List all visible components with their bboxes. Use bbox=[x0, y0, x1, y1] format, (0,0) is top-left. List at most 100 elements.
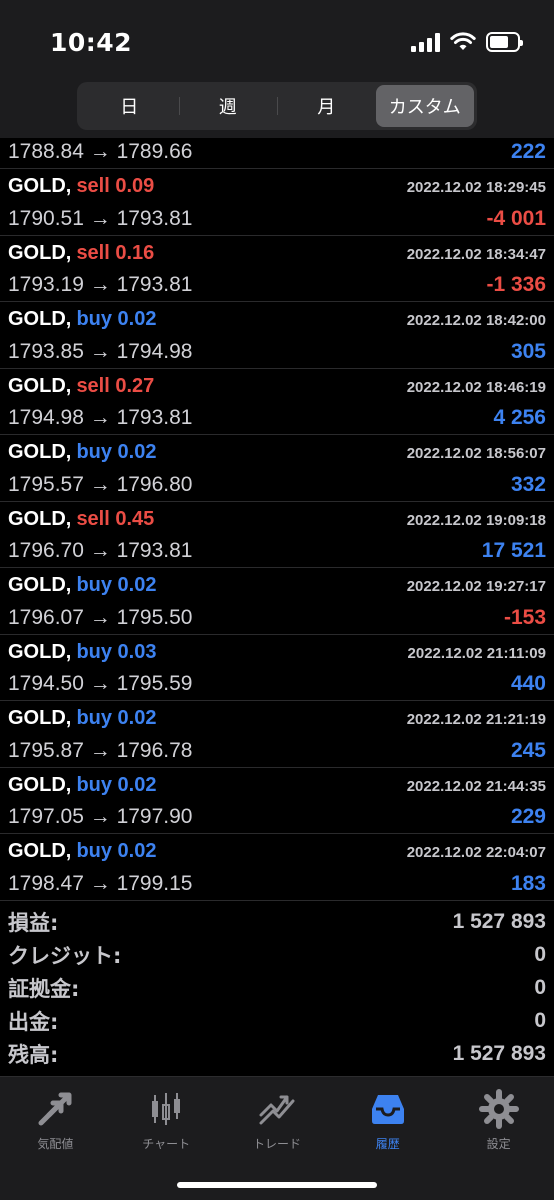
summary-row: クレジット: 0 bbox=[0, 938, 554, 971]
trade-title: GOLD, buy 0.02 bbox=[8, 308, 156, 331]
trade-profit: 183 bbox=[510, 871, 546, 895]
trade-side-volume: sell 0.16 bbox=[76, 241, 155, 264]
wifi-icon bbox=[450, 32, 476, 50]
trade-profit: 229 bbox=[510, 805, 546, 828]
summary-value: 1 527 893 bbox=[452, 909, 546, 933]
trade-row[interactable]: GOLD, buy 0.02 2022.12.02 21:44:35 1797.05… bbox=[0, 768, 554, 834]
trade-symbol: GOLD, bbox=[8, 707, 72, 729]
trade-time: 2022.12.02 21:11:09 bbox=[407, 644, 546, 662]
trade-prices: 1790.51 → 1793.81 bbox=[8, 206, 193, 230]
trade-row[interactable]: GOLD, sell 0.09 2022.12.02 18:29:45 1790.5… bbox=[0, 169, 554, 236]
trade-side-volume: buy 0.02 bbox=[76, 308, 157, 330]
trade-row[interactable]: GOLD, buy 0.02 2022.12.02 18:56:07 1795.57… bbox=[0, 435, 554, 502]
quotes-arrows-icon bbox=[38, 1092, 72, 1126]
trade-side-volume: buy 0.02 bbox=[76, 707, 157, 729]
trade-title: GOLD, buy 0.02 bbox=[8, 441, 156, 464]
trade-symbol: GOLD, bbox=[8, 374, 72, 397]
trade-prices: 1793.85 → 1794.98 bbox=[8, 339, 193, 363]
trade-title: GOLD, sell 0.45 bbox=[8, 508, 154, 531]
cellular-signal-icon bbox=[411, 32, 440, 52]
trade-time: 2022.12.02 19:09:18 bbox=[406, 511, 546, 529]
summary-value: 0 bbox=[534, 975, 546, 999]
tab-label: 気配値 bbox=[37, 1137, 74, 1151]
trade-prices: 1796.07 → 1795.50 bbox=[8, 605, 193, 629]
trade-profit: -1 336 bbox=[486, 273, 546, 296]
trade-symbol: GOLD, bbox=[8, 241, 72, 264]
trade-prices: 1795.87 → 1796.78 bbox=[8, 738, 193, 762]
tab-label: 履歴 bbox=[375, 1137, 400, 1151]
segment-1[interactable]: 日 bbox=[80, 85, 179, 127]
summary-label: 損益: bbox=[8, 910, 59, 935]
trade-profit: 440 bbox=[510, 672, 546, 695]
trade-profit: 222 bbox=[510, 140, 546, 163]
trade-symbol: GOLD, bbox=[8, 175, 72, 197]
trade-row[interactable]: GOLD, buy 0.02 2022.12.02 19:27:17 1796.07… bbox=[0, 568, 554, 635]
trade-title: GOLD, sell 0.27 bbox=[8, 375, 154, 398]
summary-row: 証拠金: 0 bbox=[0, 971, 554, 1004]
trade-profit: 245 bbox=[510, 738, 546, 762]
summary-row: 残高: 1 527 893 bbox=[0, 1037, 554, 1070]
trade-side-volume: buy 0.03 bbox=[76, 640, 157, 663]
tab-label: チャート bbox=[142, 1137, 191, 1151]
trade-profit: -4 001 bbox=[486, 206, 546, 230]
trade-symbol: GOLD, bbox=[8, 507, 72, 530]
trade-side-volume: buy 0.02 bbox=[76, 773, 157, 796]
trade-side-volume: buy 0.02 bbox=[76, 840, 157, 862]
trade-time: 2022.12.02 18:42:00 bbox=[406, 312, 546, 329]
trade-time: 2022.12.02 18:56:07 bbox=[406, 445, 546, 462]
trade-profit: 305 bbox=[510, 339, 546, 363]
trade-prices: 1788.84 → 1789.66 bbox=[8, 140, 193, 163]
battery-icon bbox=[486, 32, 523, 52]
period-filter-bar: 日週月カスタム bbox=[0, 80, 554, 138]
trade-trend-icon bbox=[259, 1095, 295, 1125]
trade-time: 2022.12.02 18:34:47 bbox=[406, 245, 546, 263]
summary-row: 出金: 0 bbox=[0, 1004, 554, 1037]
trade-row[interactable]: GOLD, buy 0.02 2022.12.02 22:04:07 1798.47… bbox=[0, 834, 554, 901]
trade-time: 2022.12.02 18:29:45 bbox=[406, 179, 546, 196]
trade-prices: 1797.05 → 1797.90 bbox=[8, 805, 193, 828]
summary-value: 0 bbox=[534, 942, 546, 966]
trade-history-list[interactable]: 1788.84 → 1789.66 222 GOLD, sell 0.09 202… bbox=[0, 138, 554, 901]
trade-profit: 17 521 bbox=[481, 539, 546, 562]
trade-row[interactable]: GOLD, buy 0.02 2022.12.02 18:42:00 1793.85… bbox=[0, 302, 554, 369]
trade-title: GOLD, buy 0.03 bbox=[8, 641, 156, 664]
trade-row[interactable]: GOLD, sell 0.27 2022.12.02 18:46:19 1794.9… bbox=[0, 369, 554, 435]
trade-title: GOLD, sell 0.09 bbox=[8, 175, 154, 198]
account-summary: 損益: 1 527 893 クレジット: 0 証拠金: 0 出金: 0 残高: 1 527 893 bbox=[0, 905, 554, 1070]
trade-title: GOLD, buy 0.02 bbox=[8, 840, 156, 863]
trade-row[interactable]: GOLD, sell 0.16 2022.12.02 18:34:47 1793.1… bbox=[0, 236, 554, 302]
tab-gear[interactable]: 設定 bbox=[443, 1077, 554, 1200]
trade-prices: 1794.98 → 1793.81 bbox=[8, 406, 193, 429]
trade-title: GOLD, buy 0.02 bbox=[8, 574, 156, 597]
trade-side-volume: sell 0.45 bbox=[76, 507, 155, 530]
tab-label: トレード bbox=[252, 1137, 301, 1151]
trade-row[interactable]: GOLD, sell 0.45 2022.12.02 19:09:18 1796.7… bbox=[0, 502, 554, 568]
tab-quotes-arrows[interactable]: 気配値 bbox=[0, 1077, 111, 1200]
home-indicator bbox=[177, 1182, 377, 1188]
status-icons bbox=[411, 32, 523, 52]
summary-value: 1 527 893 bbox=[452, 1041, 546, 1065]
trade-row[interactable]: GOLD, buy 0.02 2022.12.02 21:21:19 1795.87… bbox=[0, 701, 554, 768]
status-time: 10:42 bbox=[50, 28, 133, 57]
trade-time: 2022.12.02 18:46:19 bbox=[406, 378, 546, 396]
segment-2[interactable]: 週 bbox=[178, 85, 278, 127]
segment-3[interactable]: 月 bbox=[277, 85, 376, 127]
summary-label: 証拠金: bbox=[8, 976, 80, 1001]
trade-side-volume: buy 0.02 bbox=[76, 441, 157, 463]
trade-prices: 1794.50 → 1795.59 bbox=[8, 672, 193, 695]
trade-title: GOLD, sell 0.16 bbox=[8, 242, 154, 265]
trade-prices: 1793.19 → 1793.81 bbox=[8, 273, 193, 296]
trade-symbol: GOLD, bbox=[8, 840, 72, 862]
summary-label: 出金: bbox=[8, 1009, 59, 1034]
segment-4[interactable]: カスタム bbox=[375, 85, 474, 127]
trade-title: GOLD, buy 0.02 bbox=[8, 774, 156, 797]
trade-symbol: GOLD, bbox=[8, 773, 72, 796]
trade-row[interactable]: GOLD, buy 0.03 2022.12.02 21:11:09 1794.50… bbox=[0, 635, 554, 701]
trade-row[interactable]: 1788.84 → 1789.66 222 bbox=[0, 138, 554, 169]
trade-symbol: GOLD, bbox=[8, 574, 72, 596]
trade-prices: 1796.70 → 1793.81 bbox=[8, 539, 193, 562]
trade-profit: 332 bbox=[510, 472, 546, 496]
history-tray-icon bbox=[371, 1095, 404, 1124]
trade-profit: -153 bbox=[503, 605, 546, 629]
trade-side-volume: buy 0.02 bbox=[76, 574, 157, 596]
